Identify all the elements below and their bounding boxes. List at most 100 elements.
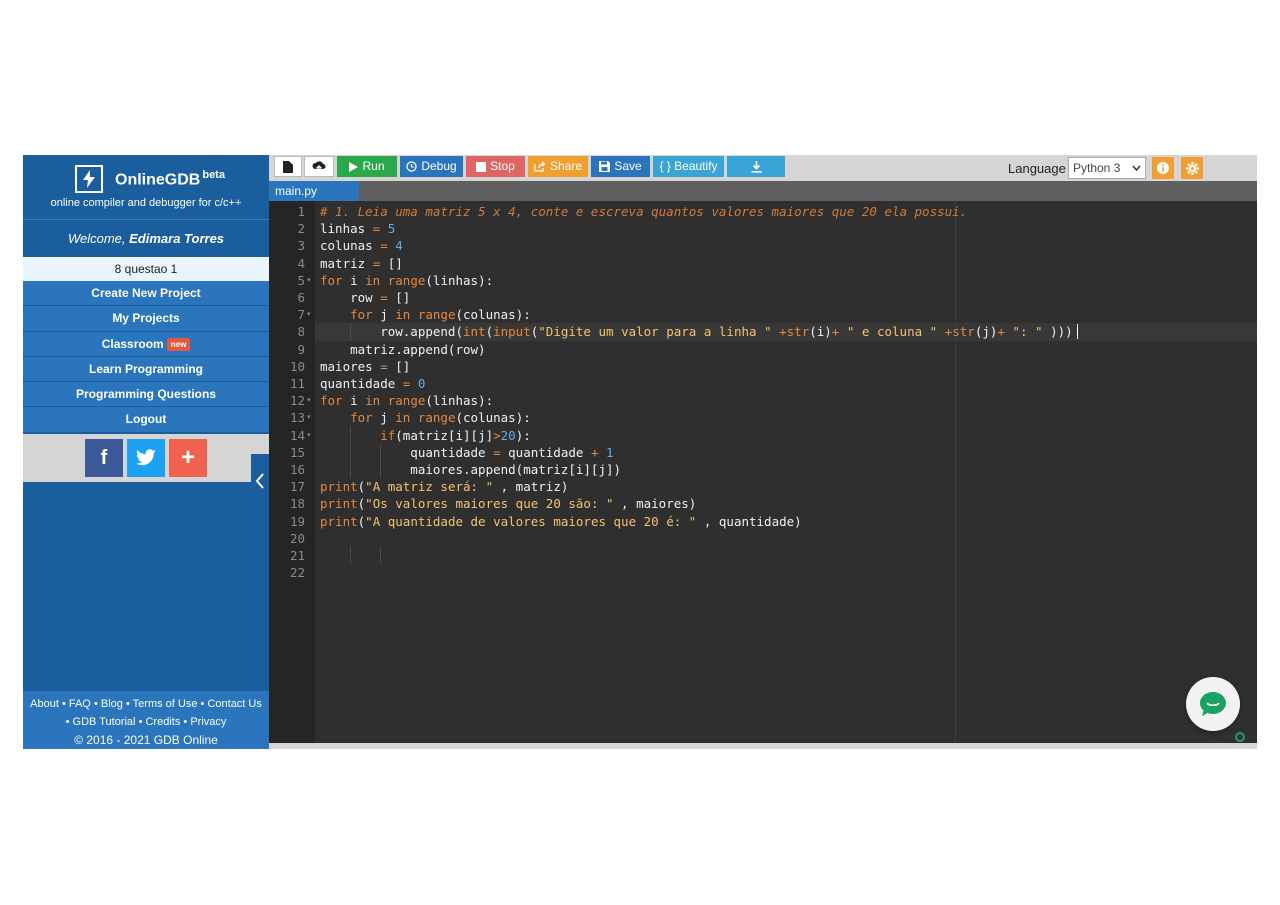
twitter-share-button[interactable] (127, 439, 165, 477)
code-token: ( (485, 324, 494, 340)
code-line[interactable]: colunas = 4 (320, 237, 403, 254)
footer-link-terms[interactable]: Terms of Use (133, 698, 198, 710)
menu-create-new-project[interactable]: Create New Project (23, 281, 269, 307)
code-token: j (372, 410, 396, 426)
chat-button[interactable] (1186, 677, 1240, 731)
code-line[interactable]: # 1. Leia uma matriz 5 x 4, conte e escr… (320, 203, 967, 220)
save-button[interactable]: Save (591, 156, 650, 177)
text-cursor (1077, 324, 1078, 340)
line-number: 14 (289, 427, 305, 443)
collapse-sidebar-button[interactable] (251, 454, 269, 507)
code-line[interactable]: if(matriz[i][j]>20): (320, 427, 531, 444)
beautify-button[interactable]: { } Beautify (653, 156, 724, 177)
line-number: 18 (289, 496, 305, 512)
info-button[interactable] (1152, 157, 1174, 179)
menu-learn-programming[interactable]: Learn Programming (23, 356, 269, 383)
menu-classroom[interactable]: Classroom new (23, 331, 269, 357)
code-token: range (417, 307, 456, 323)
footer-link-contact[interactable]: Contact Us (207, 698, 261, 710)
code-line[interactable]: maiores = [] (320, 358, 410, 375)
code-line[interactable]: row = [] (320, 289, 410, 306)
fold-arrow-icon[interactable]: ▾ (307, 409, 311, 426)
footer-link-credits[interactable]: Credits (145, 716, 180, 728)
code-token: "A matriz será: " (365, 479, 494, 495)
line-number: 15 (289, 444, 305, 460)
floppy-icon (599, 161, 611, 172)
line-number-gutter: 1 2 3 4 5 ▾ 6 7 ▾ 8 9 10 11 12 ▾ 13 ▾ 14 ▾ 15 16 17 18 19 20 21 22 (269, 201, 315, 743)
fold-arrow-icon[interactable]: ▾ (307, 306, 311, 323)
upload-button[interactable] (304, 156, 334, 177)
language-select[interactable]: Python 3 (1068, 157, 1146, 179)
sidebar: OnlineGDB beta online compiler and debugg… (23, 155, 269, 749)
chat-icon (1200, 692, 1226, 716)
more-share-button[interactable]: + (169, 439, 207, 477)
code-token: range (417, 410, 456, 426)
stop-button[interactable]: Stop (466, 156, 525, 177)
code-token: j (372, 307, 396, 323)
indent-guide (380, 443, 382, 461)
save-label: Save (614, 159, 642, 173)
line-number: 6 (297, 290, 305, 305)
code-line[interactable]: quantidade = quantidade + 1 (320, 444, 613, 461)
code-editor[interactable]: 1 2 3 4 5 ▾ 6 7 ▾ 8 9 10 11 12 ▾ 13 ▾ 14 ▾ 15 16 17 18 19 20 21 22… (269, 201, 1257, 743)
footer-link-about[interactable]: About (30, 698, 59, 710)
code-token: linhas (320, 221, 373, 237)
horizontal-scrollbar[interactable] (269, 743, 1257, 749)
code-line[interactable]: linhas = 5 (320, 220, 395, 237)
code-token: quantidade (320, 444, 494, 460)
code-token: str (952, 324, 975, 340)
debug-button[interactable]: Debug (400, 156, 463, 177)
download-button[interactable] (727, 156, 785, 177)
fold-arrow-icon[interactable]: ▾ (307, 272, 311, 289)
line-number: 1 (297, 204, 305, 219)
code-token: , maiores) (613, 496, 697, 512)
code-line[interactable]: maiores.append(matriz[i][j]) (320, 461, 621, 478)
code-line[interactable]: quantidade = 0 (320, 375, 425, 392)
code-line[interactable]: row.append(int(input("Digite um valor pa… (320, 323, 1072, 340)
footer-link-blog[interactable]: Blog (101, 698, 123, 710)
brand-header[interactable]: OnlineGDB beta online compiler and debugg… (23, 155, 269, 219)
code-line[interactable]: for j in range(colunas): (320, 409, 531, 426)
menu-programming-questions[interactable]: Programming Questions (23, 382, 269, 408)
code-token: "A quantidade de valores maiores que 20 … (365, 513, 697, 529)
social-share-bar: f + (23, 434, 269, 482)
share-button[interactable]: Share (528, 156, 588, 177)
menu-my-projects[interactable]: My Projects (23, 306, 269, 332)
menu-logout[interactable]: Logout (23, 407, 269, 433)
settings-button[interactable] (1181, 157, 1203, 179)
fold-arrow-icon[interactable]: ▾ (307, 392, 311, 409)
code-line[interactable]: print("A quantidade de valores maiores q… (320, 513, 802, 530)
indent-guide (380, 547, 382, 565)
toolbar: Run Debug Stop Share Save { } Beautify L… (269, 155, 1257, 181)
upload-icon (312, 160, 326, 173)
plus-icon: + (180, 444, 195, 471)
code-line[interactable]: for j in range(colunas): (320, 306, 531, 323)
share-label: Share (549, 159, 583, 173)
code-line[interactable]: for i in range(linhas): (320, 272, 493, 289)
code-line[interactable]: print("Os valores maiores que 20 são: " … (320, 495, 696, 512)
code-line[interactable]: for i in range(linhas): (320, 392, 493, 409)
print-margin (955, 201, 956, 743)
footer-link-gdb-tutorial[interactable]: GDB Tutorial (73, 716, 136, 728)
code-token: (i) (809, 324, 832, 340)
online-status-dot (1235, 732, 1245, 742)
run-button[interactable]: Run (337, 156, 397, 177)
footer-link-faq[interactable]: FAQ (69, 698, 91, 710)
code-line[interactable]: matriz = [] (320, 255, 403, 272)
footer-link-privacy[interactable]: Privacy (190, 716, 226, 728)
fold-arrow-icon[interactable]: ▾ (307, 427, 311, 444)
gear-icon (1185, 161, 1199, 175)
code-token: 0 (417, 376, 426, 391)
code-line[interactable]: print("A matriz será: " , matriz) (320, 478, 568, 495)
tab-main-py[interactable]: main.py (269, 181, 359, 201)
code-line[interactable]: matriz.append(row) (320, 341, 485, 358)
current-project-name[interactable]: 8 questao 1 (23, 257, 269, 281)
footer-links-row-1: About • FAQ • Blog • Terms of Use • Cont… (23, 695, 269, 713)
new-file-button[interactable] (274, 156, 302, 177)
facebook-share-button[interactable]: f (85, 439, 123, 477)
